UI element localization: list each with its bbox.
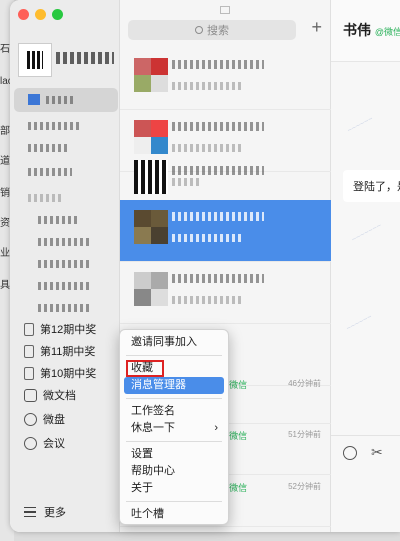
minimize-window-button[interactable] [35,9,46,20]
sidebar-item-tag[interactable] [14,296,118,320]
tag-icon [24,344,34,358]
behind-text: 道 [0,156,10,167]
menu-separator [126,501,222,502]
search-placeholder: 搜索 [207,25,229,37]
menu-item-about[interactable]: 关于 [120,480,228,497]
behind-text: 资 [0,218,10,229]
sidebar-item-drive[interactable]: 微盘 [24,408,65,430]
menu-item-settings[interactable]: 设置 [120,446,228,463]
chat-icon [28,94,40,105]
window-controls [18,9,63,20]
behind-text: 销 [0,188,10,199]
sidebar-item-messages[interactable] [14,88,118,112]
chevron-right-icon: › [214,422,218,434]
blurred-title [172,274,264,283]
sidebar: 第12期中奖 第11期中奖 第10期中奖 微文档 微盘 会议 更多 [10,0,120,532]
sidebar-item-label: 微文档 [43,390,76,402]
avatar [134,272,168,306]
blurred-preview [172,234,242,242]
doc-icon [24,388,37,402]
chat-pane: 书伟 @微信 登陆了，是 ✂ [331,0,400,532]
sidebar-item-tag[interactable] [14,252,118,276]
sidebar-item-period-10[interactable]: 第10期中奖 [24,362,96,384]
blurred-title [172,60,264,69]
blurred-preview [172,178,202,186]
more-label: 更多 [44,507,66,519]
sidebar-item-tag[interactable] [14,208,118,232]
sidebar-item-meeting[interactable]: 会议 [24,432,65,454]
sidebar-item[interactable] [14,160,118,184]
avatar [134,120,168,154]
conversation-time: 51分钟前 [288,430,321,439]
conversation-time: 46分钟前 [288,379,321,388]
behind-text: 部 [0,126,10,137]
message-composer[interactable]: ✂ [331,435,400,532]
search-icon [195,26,203,34]
tag-icon [24,322,34,336]
sidebar-item-period-11[interactable]: 第11期中奖 [24,340,95,362]
sidebar-item-tag[interactable] [14,274,118,298]
sidebar-item-label: 第12期中奖 [40,324,97,336]
meeting-icon [24,436,37,450]
hamburger-icon [24,507,36,517]
drive-icon [24,412,37,426]
search-input[interactable]: 搜索 [128,20,296,40]
menu-item-invite[interactable]: 邀请同事加入 [120,334,228,351]
sidebar-item-tag[interactable] [14,230,118,254]
sidebar-item[interactable] [14,136,118,160]
sidebar-item-period-12[interactable]: 第12期中奖 [24,318,96,340]
menu-item-take-a-break[interactable]: 休息一下 › [120,420,228,437]
close-window-button[interactable] [18,9,29,20]
menu-item-help[interactable]: 帮助中心 [120,463,228,480]
menu-item-label: 休息一下 [131,422,175,434]
conversation-item[interactable] [120,160,331,202]
window-tab-icon [220,6,230,14]
menu-item-message-manager[interactable]: 消息管理器 [124,377,224,394]
blurred-preview [172,296,242,304]
behind-text: 石 [0,44,10,55]
menu-separator [126,441,222,442]
conversation-time: 52分钟前 [288,482,321,491]
tag-icon [24,366,34,380]
chat-header: 书伟 @微信 [331,0,400,62]
conversation-item[interactable] [120,262,331,324]
sidebar-section-header [14,186,118,210]
sidebar-item[interactable] [14,114,118,138]
behind-text: 具 [0,280,10,291]
blurred-title [172,122,264,131]
sidebar-item-docs[interactable]: 微文档 [24,384,76,406]
menu-separator [126,398,222,399]
menu-item-work-signature[interactable]: 工作签名 [120,403,228,420]
conversation-item[interactable] [120,48,331,110]
menu-separator [126,355,222,356]
avatar [134,58,168,92]
menu-item-feedback[interactable]: 吐个槽 [120,506,228,523]
blurred-preview [172,144,242,152]
blurred-label [46,96,74,104]
emoji-icon[interactable] [343,446,357,460]
avatar [134,210,168,244]
avatar [134,160,168,194]
sidebar-item-label: 第10期中奖 [40,368,97,380]
screenshot-icon[interactable]: ✂ [371,444,383,461]
behind-text: 业 [0,248,10,259]
plus-icon[interactable]: + [311,17,322,38]
blurred-title [172,212,264,221]
blurred-title [172,166,264,175]
sidebar-item-label: 会议 [43,438,65,450]
contact-suffix: @微信 [374,27,400,37]
sidebar-item-label: 微盘 [43,414,65,426]
zoom-window-button[interactable] [52,9,63,20]
message-bubble: 登陆了，是 [343,170,400,202]
chat-title[interactable]: 书伟 @微信 [343,20,400,40]
conversation-item-selected[interactable] [120,200,331,262]
org-logo[interactable] [18,43,52,77]
more-button[interactable]: 更多 [24,504,66,520]
context-menu: 邀请同事加入 收藏 消息管理器 工作签名 休息一下 › 设置 帮助中心 关于 吐… [119,329,229,525]
blurred-preview [172,82,242,90]
menu-item-favorites[interactable]: 收藏 [126,360,164,377]
contact-name: 书伟 [343,22,371,38]
org-name-blurred [56,52,114,64]
sidebar-item-label: 第11期中奖 [40,346,96,358]
